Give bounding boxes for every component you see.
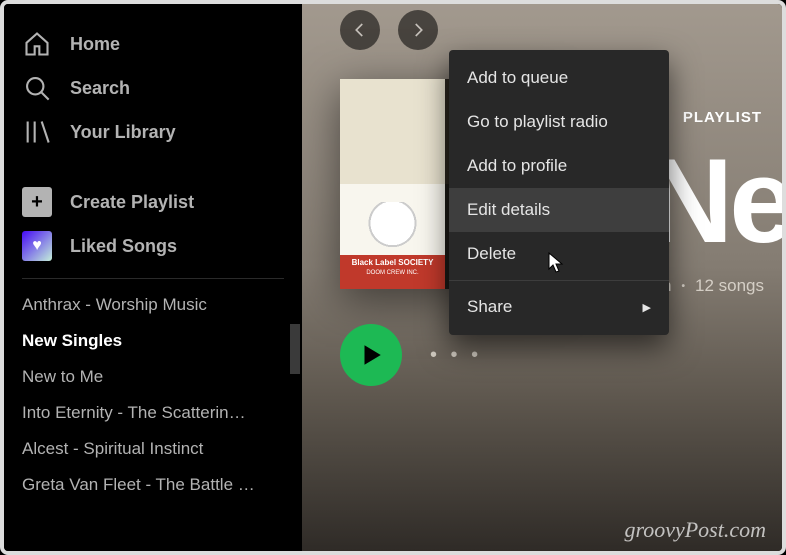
ctx-add-to-queue[interactable]: Add to queue bbox=[449, 56, 669, 100]
playlist-item[interactable]: Into Eternity - The Scatterin… bbox=[22, 395, 284, 431]
search-icon bbox=[22, 73, 52, 103]
nav-search[interactable]: Search bbox=[22, 66, 284, 110]
cover-tile: Black Label SOCIETY DOOM CREW INC. bbox=[340, 184, 445, 289]
ctx-share[interactable]: Share ▶ bbox=[449, 285, 669, 329]
liked-songs-label: Liked Songs bbox=[70, 236, 177, 257]
nav-home-label: Home bbox=[70, 34, 120, 55]
ctx-share-label: Share bbox=[467, 297, 512, 317]
playlist-item[interactable]: New to Me bbox=[22, 359, 284, 395]
app-window: Home Search Your Library + Create Playli… bbox=[0, 0, 786, 555]
main-panel: Black Label SOCIETY DOOM CREW INC. PLAYL… bbox=[302, 4, 782, 551]
scrollbar-thumb[interactable] bbox=[290, 324, 300, 374]
playlist-label: PLAYLIST bbox=[683, 109, 762, 126]
cover-tile bbox=[340, 79, 445, 184]
watermark: groovyPost.com bbox=[624, 517, 766, 543]
forward-button[interactable] bbox=[398, 10, 438, 50]
sidebar: Home Search Your Library + Create Playli… bbox=[4, 4, 302, 551]
liked-songs-button[interactable]: ♥ Liked Songs bbox=[22, 224, 284, 268]
nav-library[interactable]: Your Library bbox=[22, 110, 284, 154]
nav-search-label: Search bbox=[70, 78, 130, 99]
heart-icon: ♥ bbox=[22, 231, 52, 261]
playlist-item[interactable]: Greta Van Fleet - The Battle … bbox=[22, 467, 284, 503]
playlist-list: Anthrax - Worship Music New Singles New … bbox=[22, 287, 284, 503]
ctx-playlist-radio[interactable]: Go to playlist radio bbox=[449, 100, 669, 144]
back-button[interactable] bbox=[340, 10, 380, 50]
playlist-item[interactable]: New Singles bbox=[22, 323, 284, 359]
create-playlist-label: Create Playlist bbox=[70, 192, 194, 213]
nav-home[interactable]: Home bbox=[22, 22, 284, 66]
playlist-item[interactable]: Anthrax - Worship Music bbox=[22, 287, 284, 323]
ctx-edit-details[interactable]: Edit details bbox=[449, 188, 669, 232]
create-playlist-button[interactable]: + Create Playlist bbox=[22, 180, 284, 224]
sidebar-divider bbox=[22, 278, 284, 279]
meta-separator: • bbox=[681, 281, 685, 292]
history-nav bbox=[340, 10, 438, 50]
more-options-button[interactable]: • • • bbox=[430, 344, 482, 367]
plus-icon: + bbox=[22, 187, 52, 217]
ctx-separator bbox=[449, 280, 669, 281]
library-icon bbox=[22, 117, 52, 147]
album-banner: Black Label SOCIETY DOOM CREW INC. bbox=[340, 255, 445, 289]
context-menu: Add to queue Go to playlist radio Add to… bbox=[449, 50, 669, 335]
playlist-item[interactable]: Alcest - Spiritual Instinct bbox=[22, 431, 284, 467]
play-button[interactable] bbox=[340, 324, 402, 386]
nav-library-label: Your Library bbox=[70, 122, 176, 143]
chevron-right-icon: ▶ bbox=[643, 301, 651, 314]
home-icon bbox=[22, 29, 52, 59]
song-count: 12 songs bbox=[695, 276, 764, 296]
ctx-add-to-profile[interactable]: Add to profile bbox=[449, 144, 669, 188]
ctx-delete[interactable]: Delete bbox=[449, 232, 669, 276]
